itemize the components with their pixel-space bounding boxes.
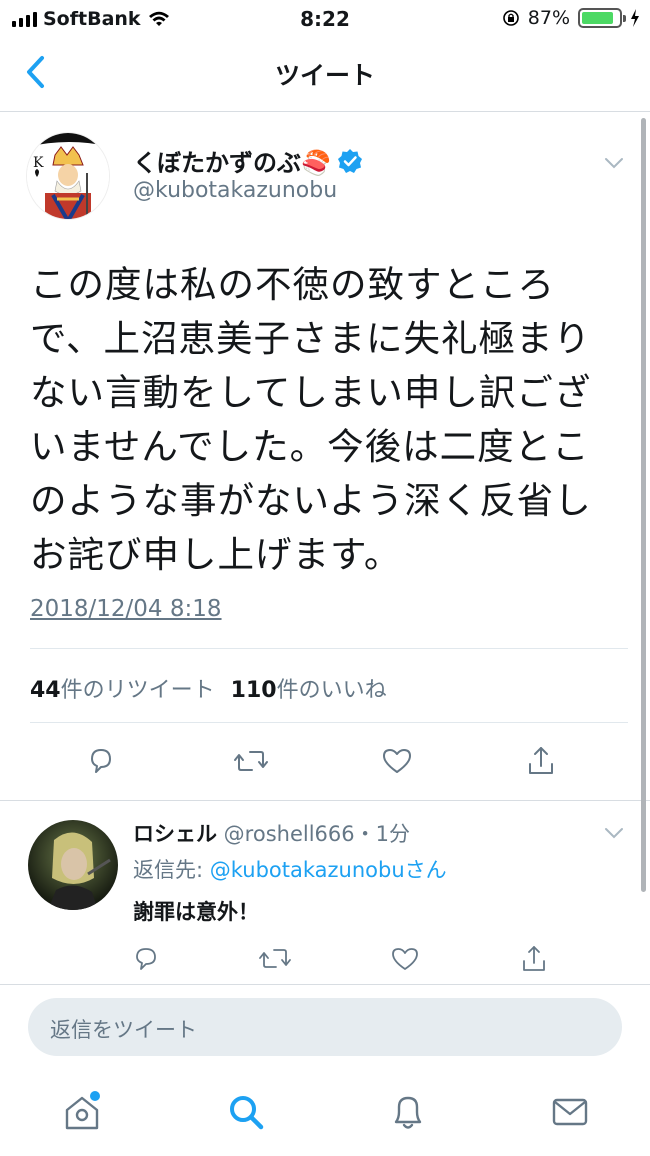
reply-share-icon[interactable]: [520, 944, 548, 974]
messages-icon[interactable]: [550, 1090, 590, 1134]
search-icon[interactable]: [226, 1090, 266, 1134]
tweet-text-line: ない言動をしてしまい申し訳ござ: [30, 371, 592, 414]
divider: [30, 648, 628, 649]
tweet-text-line: のような事がないよう深く反省し: [30, 479, 592, 522]
reply-reply-icon[interactable]: [132, 944, 160, 974]
retweet-icon[interactable]: [232, 744, 270, 778]
divider: [30, 722, 628, 723]
retweet-count: 44: [30, 678, 61, 703]
battery-icon: [578, 8, 626, 28]
like-count: 110: [230, 678, 277, 703]
reply-meta: @roshell666・1分: [217, 822, 410, 846]
retweet-stat[interactable]: 44件のリツイート: [30, 672, 215, 704]
battery-fill: [582, 12, 614, 24]
tweet-text-line: お詫び申し上げます。: [30, 533, 402, 576]
reply-compose-input[interactable]: 返信をツイート: [28, 998, 622, 1056]
reply-to-line: 返信先: @kubotakazunobuさん: [133, 854, 447, 884]
like-stat[interactable]: 110件のいいね: [231, 672, 387, 704]
king-card-avatar-image: K: [27, 133, 109, 219]
reply-icon[interactable]: [86, 744, 116, 778]
tweet-text-line: で、上沼恵美子さまに失礼極まり: [30, 317, 592, 360]
svg-text:K: K: [33, 155, 44, 171]
home-icon[interactable]: [62, 1090, 102, 1134]
reply-author-name[interactable]: ロシェル: [133, 822, 217, 846]
compose-placeholder: 返信をツイート: [50, 1018, 197, 1042]
author-avatar[interactable]: K: [26, 132, 110, 220]
reply-like-icon[interactable]: [390, 944, 420, 974]
notifications-icon[interactable]: [388, 1090, 428, 1134]
section-separator: [0, 984, 650, 985]
author-handle[interactable]: @kubotakazunobu: [133, 178, 337, 203]
reply-menu-chevron-icon[interactable]: [604, 826, 624, 840]
reply-avatar[interactable]: [28, 820, 118, 910]
reply-to-mention[interactable]: @kubotakazunobuさん: [210, 858, 447, 882]
nav-bar: ツイート: [0, 38, 650, 112]
author-name[interactable]: くぼたかずのぶ🍣: [133, 143, 363, 178]
reply-text: 謝罪は意外！: [133, 900, 259, 924]
status-right: 87%: [502, 7, 640, 29]
charging-icon: [631, 9, 639, 27]
section-separator: [0, 800, 650, 801]
scrollbar[interactable]: [641, 118, 646, 892]
author-name-text: くぼたかずのぶ🍣: [133, 149, 331, 177]
verified-badge-icon: [337, 148, 362, 173]
reply-avatar-image: [28, 820, 118, 910]
reply-to-label: 返信先:: [133, 858, 210, 882]
rotation-lock-icon: [502, 10, 519, 26]
reply-retweet-icon[interactable]: [258, 944, 292, 974]
tweet-text-line: いませんでした。今後は二度とこ: [30, 425, 590, 468]
like-icon[interactable]: [380, 744, 414, 778]
tweet-text-line: この度は私の不徳の致すところ: [30, 263, 555, 306]
share-icon[interactable]: [526, 744, 556, 778]
retweet-label: 件のリツイート: [60, 678, 215, 703]
home-badge-dot: [90, 1091, 100, 1101]
tweet-timestamp[interactable]: 2018/12/04 8:18: [30, 596, 222, 622]
battery-percent: 87%: [527, 7, 570, 29]
like-label: 件のいいね: [276, 678, 387, 703]
reply-header: ロシェル @roshell666・1分: [133, 818, 410, 848]
tweet-stats: 44件のリツイート 110件のいいね: [30, 672, 387, 704]
status-bar: SoftBank 8:22 87%: [0, 0, 650, 38]
page-title: ツイート: [274, 61, 375, 90]
tweet-text: この度は私の不徳の致すところ で、上沼恵美子さまに失礼極まり ない言動をしてしま…: [30, 258, 630, 582]
tweet-menu-chevron-icon[interactable]: [604, 156, 624, 170]
